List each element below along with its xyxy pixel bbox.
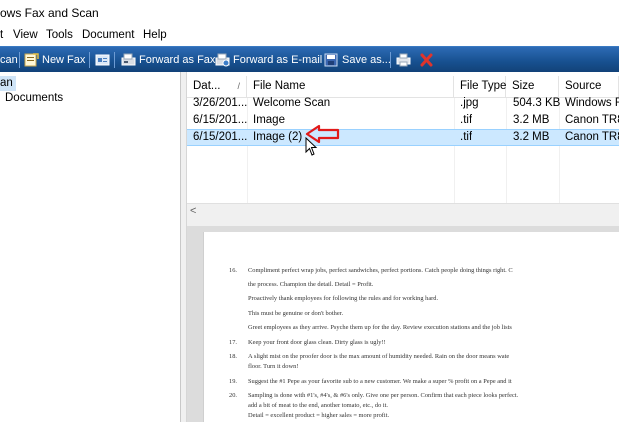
- cell-size: 3.2 MB: [513, 114, 550, 126]
- forward-as-email-button[interactable]: Forward as E-mail: [215, 47, 322, 72]
- file-list: Dat... / File Name File Type Size Source…: [187, 72, 619, 220]
- cell-size: 3.2 MB: [513, 131, 550, 143]
- title-bar: ows Fax and Scan: [0, 0, 619, 26]
- table-row[interactable]: 3/26/201... Welcome Scan .jpg 504.3 KB W…: [187, 96, 619, 113]
- doc-text-line: Detail = excellent product = higher sale…: [248, 412, 390, 419]
- toolbar-divider: [89, 52, 90, 68]
- folder-tree-pane: an Documents: [0, 72, 181, 422]
- tree-node-scan[interactable]: an: [0, 76, 16, 91]
- delete-icon: [419, 53, 434, 67]
- toolbar: can New Fax Forward as Fax Forward as E-…: [0, 46, 619, 72]
- print-button[interactable]: [396, 47, 414, 72]
- cell-size: 504.3 KB: [513, 97, 561, 109]
- doc-item-number: 18.: [229, 353, 237, 360]
- cell-file-type: .tif: [460, 131, 473, 143]
- horizontal-scrollbar[interactable]: <: [187, 203, 619, 220]
- doc-text-line: Sampling is done with #1's, #4's, & #6's…: [248, 392, 519, 399]
- column-header-file-name[interactable]: File Name: [247, 76, 454, 98]
- sort-indicator: /: [237, 81, 240, 91]
- doc-text-line: This must be genuine or don't bother.: [248, 310, 344, 317]
- mouse-cursor-icon: [305, 137, 318, 156]
- column-header-size[interactable]: Size: [506, 76, 559, 98]
- cell-file-type: .tif: [460, 114, 473, 126]
- menu-file[interactable]: t: [0, 29, 3, 41]
- doc-text-line: Greet employees as they arrive. Psyche t…: [248, 324, 512, 331]
- tree-node-scan-label: an: [0, 77, 13, 89]
- doc-item-number: 20.: [229, 392, 237, 399]
- contacts-button[interactable]: [95, 47, 113, 72]
- column-header-date[interactable]: Dat... /: [187, 76, 247, 98]
- delete-button[interactable]: [419, 47, 437, 72]
- document-preview: 16. Compliment perfect wrap jobs, perfect…: [187, 226, 619, 422]
- table-row-selected[interactable]: 6/15/201... Image (2) .tif 3.2 MB Canon …: [187, 129, 619, 146]
- preview-page: 16. Compliment perfect wrap jobs, perfect…: [203, 232, 619, 422]
- window-title: ows Fax and Scan: [0, 6, 99, 20]
- doc-text-line: floor. Turn it down!: [248, 363, 299, 370]
- cell-source: Canon TR85: [565, 131, 619, 143]
- doc-text-line: Keep your front door glass clean. Dirty …: [248, 339, 386, 346]
- cell-date: 3/26/201...: [193, 97, 247, 109]
- cell-file-type: .jpg: [460, 97, 479, 109]
- doc-text-line: Proactively thank employees for followin…: [248, 295, 439, 302]
- menu-view[interactable]: View: [13, 29, 38, 41]
- save-as-button[interactable]: Save as...: [324, 47, 391, 72]
- list-header: Dat... / File Name File Type Size Source: [187, 76, 619, 98]
- forward-as-email-label: Forward as E-mail: [233, 53, 323, 66]
- tree-node-documents[interactable]: Documents: [5, 92, 63, 104]
- doc-text-line: the process. Champion the detail. Detail…: [248, 281, 374, 288]
- toolbar-divider: [19, 52, 20, 68]
- column-header-source[interactable]: Source: [559, 76, 619, 98]
- new-fax-icon: [24, 52, 39, 67]
- cell-file-name: Image: [253, 114, 285, 126]
- column-header-date-label: Dat...: [193, 80, 221, 92]
- toolbar-divider: [390, 52, 391, 68]
- cell-file-name: Welcome Scan: [253, 97, 331, 109]
- new-scan-label: can: [0, 53, 18, 66]
- cell-file-name: Image (2): [253, 131, 303, 143]
- new-scan-button[interactable]: can: [0, 47, 18, 72]
- cell-source: Windows Fa: [565, 97, 619, 109]
- forward-as-fax-button[interactable]: Forward as Fax: [121, 47, 215, 72]
- forward-email-icon: [215, 53, 230, 67]
- forward-fax-icon: [121, 53, 136, 67]
- save-as-label: Save as...: [342, 53, 391, 66]
- menu-help[interactable]: Help: [143, 29, 167, 41]
- forward-as-fax-label: Forward as Fax: [139, 53, 216, 66]
- cell-date: 6/15/201...: [193, 131, 247, 143]
- contacts-icon: [95, 53, 110, 67]
- cell-date: 6/15/201...: [193, 114, 247, 126]
- doc-text-line: A slight mist on the proofer door is the…: [248, 353, 510, 360]
- doc-text-line: add a bit of meat to the end, another to…: [248, 402, 389, 409]
- new-fax-button[interactable]: New Fax: [24, 47, 85, 72]
- doc-text-line: Compliment perfect wrap jobs, perfect sa…: [248, 267, 513, 274]
- doc-item-number: 16.: [229, 267, 237, 274]
- table-row[interactable]: 6/15/201... Image .tif 3.2 MB Canon TR85: [187, 113, 619, 130]
- doc-item-number: 19.: [229, 378, 237, 385]
- menu-document[interactable]: Document: [82, 29, 134, 41]
- toolbar-divider: [114, 52, 115, 68]
- new-fax-label: New Fax: [42, 53, 86, 66]
- menu-bar: t View Tools Document Help: [0, 26, 619, 46]
- scroll-left-arrow[interactable]: <: [190, 205, 196, 217]
- cell-source: Canon TR85: [565, 114, 619, 126]
- doc-item-number: 17.: [229, 339, 237, 346]
- column-header-file-type[interactable]: File Type: [454, 76, 506, 98]
- print-icon: [396, 53, 411, 67]
- save-icon: [324, 53, 339, 67]
- menu-tools[interactable]: Tools: [46, 29, 73, 41]
- doc-text-line: Suggest the #1 Pepe as your favorite sub…: [248, 378, 512, 385]
